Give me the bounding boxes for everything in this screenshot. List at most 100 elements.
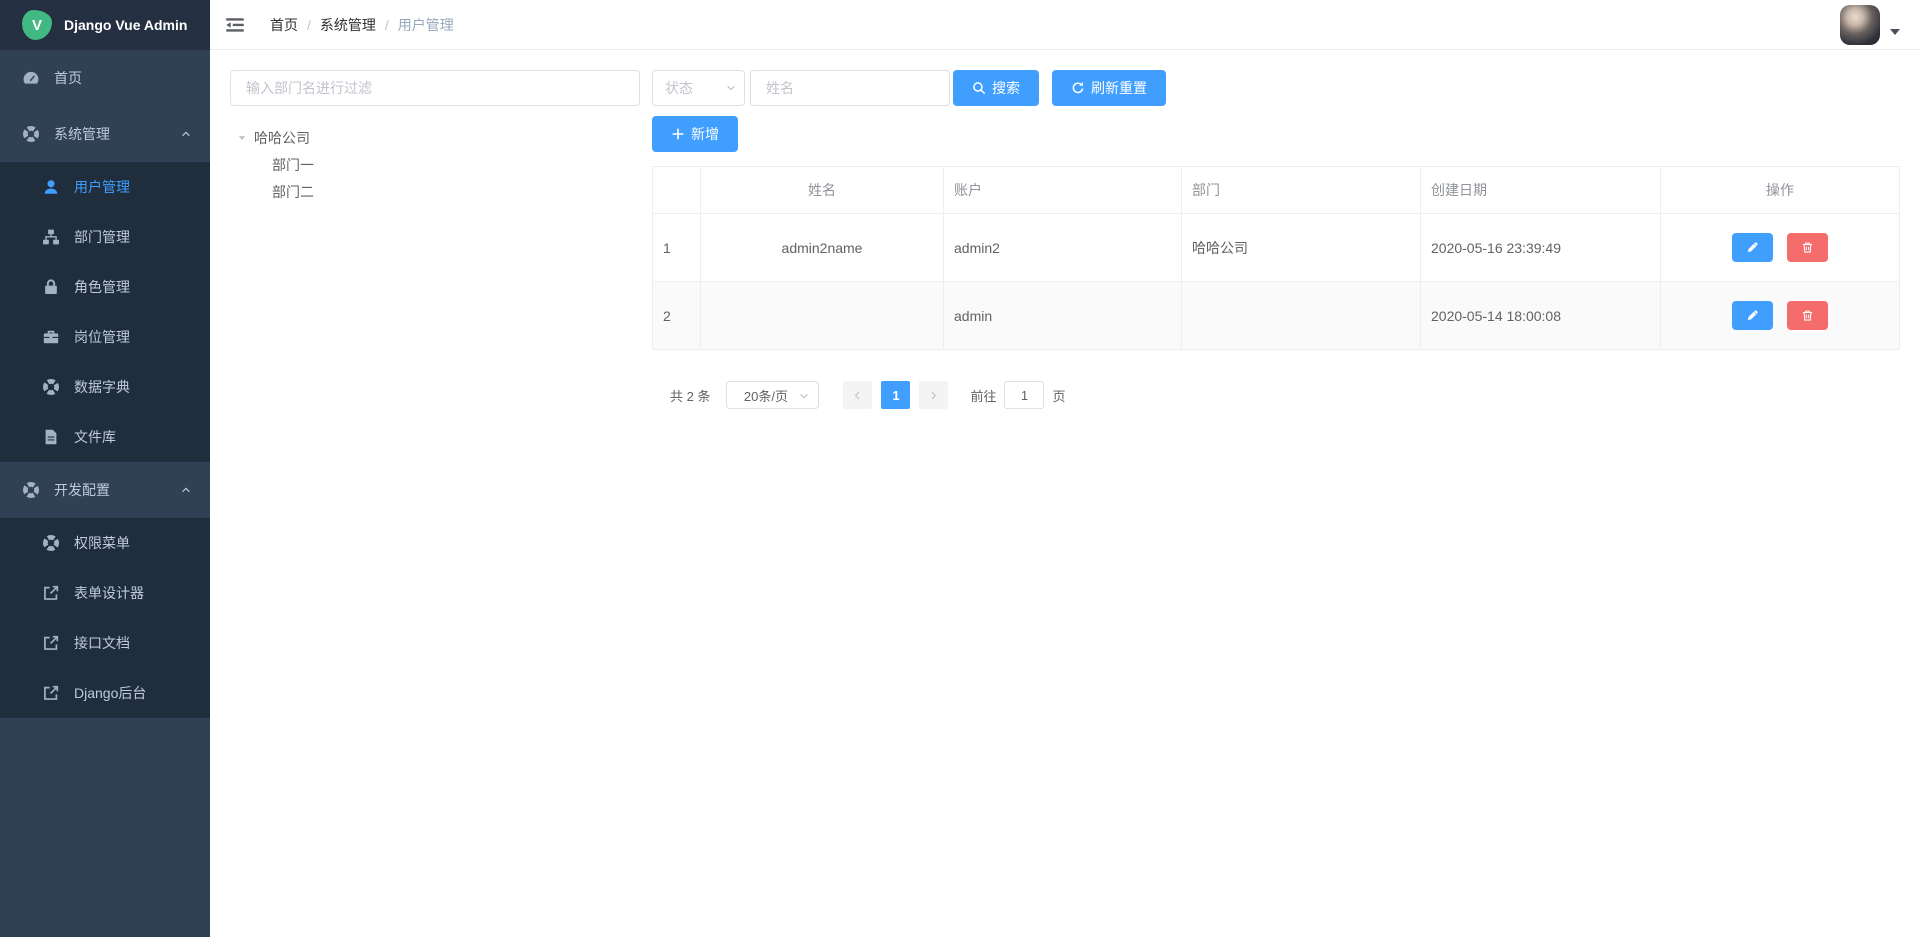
breadcrumb-separator: / [307,17,311,33]
edit-icon [1746,241,1759,254]
page-size-value: 20条/页 [744,386,788,405]
delete-button[interactable] [1787,301,1828,330]
cell-dept: 哈哈公司 [1182,214,1421,282]
cell-dept [1182,282,1421,350]
tree-node-child[interactable]: 部门二 [230,178,640,205]
sidebar-item-permission-menu[interactable]: 权限菜单 [0,518,210,568]
cell-index: 1 [653,214,701,282]
sidebar-item-dictionary[interactable]: 数据字典 [0,362,210,412]
name-filter-input[interactable] [750,70,950,106]
pagination: 共 2 条 20条/页 1 [652,381,1900,409]
user-avatar[interactable] [1840,5,1880,45]
plus-icon [671,127,685,141]
main-content: 哈哈公司 部门一 部门二 [210,50,1920,937]
sidebar-item-roles[interactable]: 角色管理 [0,262,210,312]
cell-actions [1661,214,1900,282]
breadcrumb-home[interactable]: 首页 [270,15,298,35]
reset-button-label: 刷新重置 [1091,78,1147,98]
prev-page-button[interactable] [843,381,872,409]
users-table: 姓名 账户 部门 创建日期 操作 1 admin2name admin2 哈哈公… [652,166,1900,350]
action-toolbar: 新增 [652,116,1900,152]
department-filter-input[interactable] [230,70,640,106]
sidebar-item-label: 岗位管理 [74,327,130,347]
user-panel: 搜索 刷新重置 新增 姓名 账 [652,70,1900,409]
tree-node-child[interactable]: 部门一 [230,151,640,178]
sidebar-item-api-docs[interactable]: 接口文档 [0,618,210,668]
add-button-label: 新增 [691,124,719,144]
page-size-select[interactable]: 20条/页 [726,381,819,409]
chevron-up-icon [180,128,192,140]
cell-index: 2 [653,282,701,350]
edit-button[interactable] [1732,301,1773,330]
app-logo[interactable]: V Django Vue Admin [0,0,210,50]
sidebar-group-label: 开发配置 [54,480,110,500]
col-header-account: 账户 [944,167,1182,214]
chevron-right-icon [928,390,939,401]
edit-button[interactable] [1732,233,1773,262]
chevron-down-icon [798,390,810,402]
department-panel: 哈哈公司 部门一 部门二 [230,70,640,205]
search-button[interactable]: 搜索 [953,70,1039,106]
search-button-label: 搜索 [992,78,1020,98]
external-link-icon [42,634,60,652]
sidebar-item-posts[interactable]: 岗位管理 [0,312,210,362]
filter-toolbar: 搜索 刷新重置 [652,70,1900,106]
add-user-button[interactable]: 新增 [652,116,738,152]
briefcase-icon [42,328,60,346]
cell-name: admin2name [701,214,944,282]
breadcrumb: 首页 / 系统管理 / 用户管理 [270,15,454,35]
sidebar-item-home[interactable]: 首页 [0,50,210,106]
breadcrumb-system[interactable]: 系统管理 [320,15,376,35]
app-title: Django Vue Admin [64,17,187,33]
col-header-index [653,167,701,214]
sidebar-item-departments[interactable]: 部门管理 [0,212,210,262]
cell-account: admin2 [944,214,1182,282]
sidebar-item-form-designer[interactable]: 表单设计器 [0,568,210,618]
table-row: 1 admin2name admin2 哈哈公司 2020-05-16 23:3… [653,214,1900,282]
tree-node-root[interactable]: 哈哈公司 [230,124,640,151]
page-number-button[interactable]: 1 [881,381,910,409]
col-header-actions: 操作 [1661,167,1900,214]
col-header-name: 姓名 [701,167,944,214]
col-header-created: 创建日期 [1421,167,1661,214]
sidebar-group-label: 系统管理 [54,124,110,144]
goto-label: 前往 [970,386,996,405]
cell-name [701,282,944,350]
delete-button[interactable] [1787,233,1828,262]
sidebar-item-django-admin[interactable]: Django后台 [0,668,210,718]
trash-icon [1801,309,1814,322]
next-page-button[interactable] [919,381,948,409]
table-header-row: 姓名 账户 部门 创建日期 操作 [653,167,1900,214]
dashboard-icon [22,69,40,87]
sidebar-group-system[interactable]: 系统管理 [0,106,210,162]
table-row: 2 admin 2020-05-14 18:00:08 [653,282,1900,350]
sidebar-item-files[interactable]: 文件库 [0,412,210,462]
sidebar-item-users[interactable]: 用户管理 [0,162,210,212]
caret-down-icon[interactable] [1890,29,1900,35]
goto-page-input[interactable] [1004,381,1044,409]
component-icon [22,125,40,143]
breadcrumb-separator: / [385,17,389,33]
cell-created: 2020-05-16 23:39:49 [1421,214,1661,282]
sidebar-item-label: 首页 [54,68,82,88]
status-select-input[interactable] [652,70,745,106]
name-field-wrap [750,70,950,106]
refresh-reset-button[interactable]: 刷新重置 [1052,70,1166,106]
goto-suffix: 页 [1052,386,1065,405]
sidebar-item-label: 用户管理 [74,177,130,197]
chevron-left-icon [852,390,863,401]
top-bar: 首页 / 系统管理 / 用户管理 [210,0,1920,50]
caret-down-icon[interactable] [230,133,254,143]
sidebar-group-devconfig[interactable]: 开发配置 [0,462,210,518]
tree-node-label: 部门一 [272,155,314,175]
lock-icon [42,278,60,296]
status-select[interactable] [652,70,745,106]
submenu-system: 用户管理 部门管理 角色管理 岗位管理 数据字典 [0,162,210,462]
sidebar-item-label: 角色管理 [74,277,130,297]
sidebar-item-label: 部门管理 [74,227,130,247]
sidebar-item-label: 数据字典 [74,377,130,397]
hamburger-collapse-icon[interactable] [225,15,245,35]
chevron-up-icon [180,484,192,496]
trash-icon [1801,241,1814,254]
cell-account: admin [944,282,1182,350]
